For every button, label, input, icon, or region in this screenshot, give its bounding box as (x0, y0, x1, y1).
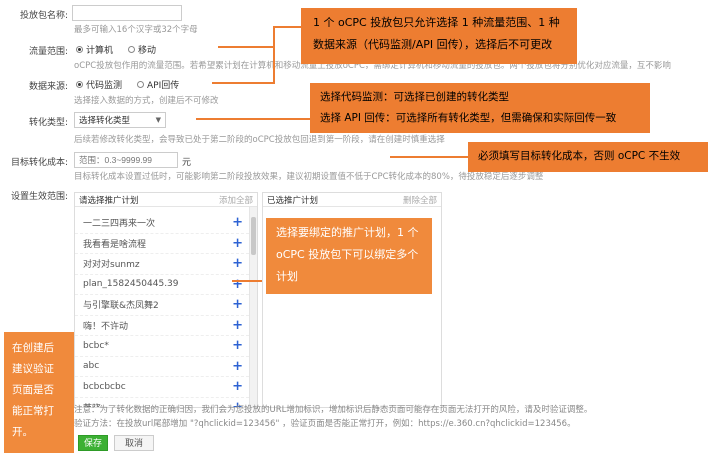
radio-icon (128, 46, 135, 53)
campaign-name: 对对对sunmz (83, 260, 140, 271)
plus-icon[interactable]: + (232, 380, 243, 393)
campaign-name: bcbcbcbc (83, 381, 126, 392)
campaign-list-item[interactable]: 一二三四再来一次 + (75, 213, 249, 234)
campaign-list-item[interactable]: bcbcbcbc + (75, 377, 249, 398)
callout-line: 开。 (12, 426, 33, 438)
target-cost-input[interactable] (74, 152, 178, 168)
source-hint: 选择接入数据的方式，创建后不可修改 (74, 96, 219, 106)
url-note: 注意：为了转化数据的正确归因，我们会为您投放的URL增加标识，增加标识后静态页面… (74, 405, 593, 415)
target-label: 目标转化成本: (10, 158, 68, 168)
traffic-option-computer[interactable]: 计算机 (76, 43, 113, 56)
radio-icon (76, 46, 83, 53)
plus-icon[interactable]: + (232, 298, 243, 311)
callout-target-cost: 必须填写目标转化成本，否则 oCPC 不生效 (468, 142, 708, 172)
callout-line: 选择 API 回传：可选择所有转化类型，但需确保和实际回传一致 (320, 112, 617, 124)
callout-line: 必须填写目标转化成本，否则 oCPC 不生效 (478, 150, 681, 162)
traffic-option-label: 计算机 (86, 46, 114, 56)
campaign-list-item[interactable]: abc + (75, 357, 249, 377)
campaign-name: 与引擎联&杰凤舞2 (83, 301, 159, 312)
callout-line: 选择要绑定的推广计划，1 个 (276, 226, 419, 239)
arrow-connector (273, 26, 275, 84)
selected-campaign-title: 已选推广计划 (267, 195, 319, 206)
name-hint: 最多可输入16个汉字或32个字母 (74, 25, 198, 35)
chevron-down-icon: ▼ (155, 116, 161, 124)
callout-traffic-source: 1 个 oCPC 投放包只允许选择 1 种流量范围、1 种 数据来源（代码监测/… (301, 8, 577, 64)
traffic-option-mobile[interactable]: 移动 (128, 43, 156, 56)
add-all-button[interactable]: 添加全部 (219, 194, 253, 206)
selected-campaign-header: 已选推广计划 删除全部 (263, 193, 441, 207)
campaign-list-item[interactable]: 我看看是啥流程 + (75, 234, 249, 254)
save-button[interactable]: 保存 (78, 435, 108, 451)
arrow-conv-type (196, 118, 310, 120)
arrow-traffic (218, 46, 274, 48)
plus-icon[interactable]: + (232, 360, 243, 373)
plan-package-name-input[interactable] (72, 5, 182, 21)
callout-line: 数据来源（代码监测/API 回传），选择后不可更改 (313, 38, 553, 51)
callout-line: 能正常打 (12, 405, 54, 417)
scrollbar[interactable] (249, 207, 257, 407)
callout-line: 1 个 oCPC 投放包只允许选择 1 种流量范围、1 种 (313, 16, 560, 29)
radio-icon (76, 81, 83, 88)
arrow-campaign (232, 280, 262, 282)
source-option-api[interactable]: API回传 (137, 78, 179, 91)
campaign-list: 一二三四再来一次 + 我看看是啥流程 + 对对对sunmz + plan_158245044… (75, 207, 249, 407)
campaign-list-item[interactable]: 与引擎联&杰凤舞2 + (75, 295, 249, 316)
source-label: 数据来源: (28, 82, 68, 92)
callout-line: 在创建后 (12, 342, 54, 354)
cancel-button[interactable]: 取消 (114, 435, 154, 451)
conv-type-value: 选择转化类型 (79, 116, 131, 126)
arrow-connector-top (273, 26, 301, 28)
scrollbar-thumb[interactable] (251, 217, 256, 255)
callout-line: oCPC 投放包下可以绑定多个 (276, 248, 419, 261)
campaign-list-item[interactable]: plan_1582450445.39 + (75, 275, 249, 295)
campaign-select-title: 请选择推广计划 (79, 195, 139, 206)
plus-icon[interactable]: + (232, 319, 243, 332)
campaign-list-item[interactable]: 嗨！不许动 + (75, 316, 249, 336)
callout-verify: 在创建后 建议验证 页面是否 能正常打 开。 (4, 332, 74, 453)
campaign-select-panel: 请选择推广计划 添加全部 一二三四再来一次 + 我看看是啥流程 + 对对对sunmz + p… (74, 192, 258, 408)
campaign-select-header: 请选择推广计划 添加全部 (75, 193, 257, 207)
scope-label: 设置生效范围: (10, 192, 68, 202)
traffic-label: 流量范围: (28, 47, 68, 57)
target-unit: 元 (182, 158, 192, 168)
callout-line: 建议验证 (12, 363, 54, 375)
campaign-list-item[interactable]: 对对对sunmz + (75, 254, 249, 275)
arrow-source (212, 82, 274, 84)
source-option-label: 代码监测 (86, 81, 123, 91)
arrow-target (390, 156, 468, 158)
name-label: 投放包名称: (19, 11, 68, 21)
radio-icon (137, 81, 144, 88)
source-option-code[interactable]: 代码监测 (76, 78, 122, 91)
callout-line: 页面是否 (12, 384, 54, 396)
campaign-list-item[interactable]: bcbc* + (75, 336, 249, 357)
plus-icon[interactable]: + (232, 339, 243, 352)
callout-campaign: 选择要绑定的推广计划，1 个 oCPC 投放包下可以绑定多个 计划 (266, 218, 432, 294)
plus-icon[interactable]: + (232, 216, 243, 229)
campaign-name: 一二三四再来一次 (83, 219, 156, 230)
conv-type-select[interactable]: 选择转化类型 ▼ (74, 112, 166, 128)
campaign-name: plan_1582450445.39 (83, 279, 179, 290)
traffic-option-label: 移动 (138, 46, 157, 56)
campaign-name: bcbc* (83, 340, 109, 351)
conv-type-hint: 后续若修改转化类型，会导致已处于第二阶段的oCPC投放包回退到第一阶段，请在创建… (74, 135, 445, 145)
source-option-label: API回传 (147, 81, 180, 91)
verify-note: 验证方法：在投放url尾部增加 "?qhclickid=123456" ，验证页… (74, 419, 576, 429)
remove-all-button[interactable]: 删除全部 (403, 194, 437, 206)
campaign-name: abc (83, 361, 100, 372)
plus-icon[interactable]: + (232, 237, 243, 250)
campaign-name: 嗨！不许动 (83, 321, 129, 332)
plus-icon[interactable]: + (232, 257, 243, 270)
callout-line: 选择代码监测：可选择已创建的转化类型 (320, 91, 509, 103)
conv-type-label: 转化类型: (28, 118, 68, 128)
campaign-name: 我看看是啥流程 (83, 239, 147, 250)
callout-conv-type: 选择代码监测：可选择已创建的转化类型 选择 API 回传：可选择所有转化类型，但… (310, 83, 650, 133)
callout-line: 计划 (276, 270, 298, 283)
